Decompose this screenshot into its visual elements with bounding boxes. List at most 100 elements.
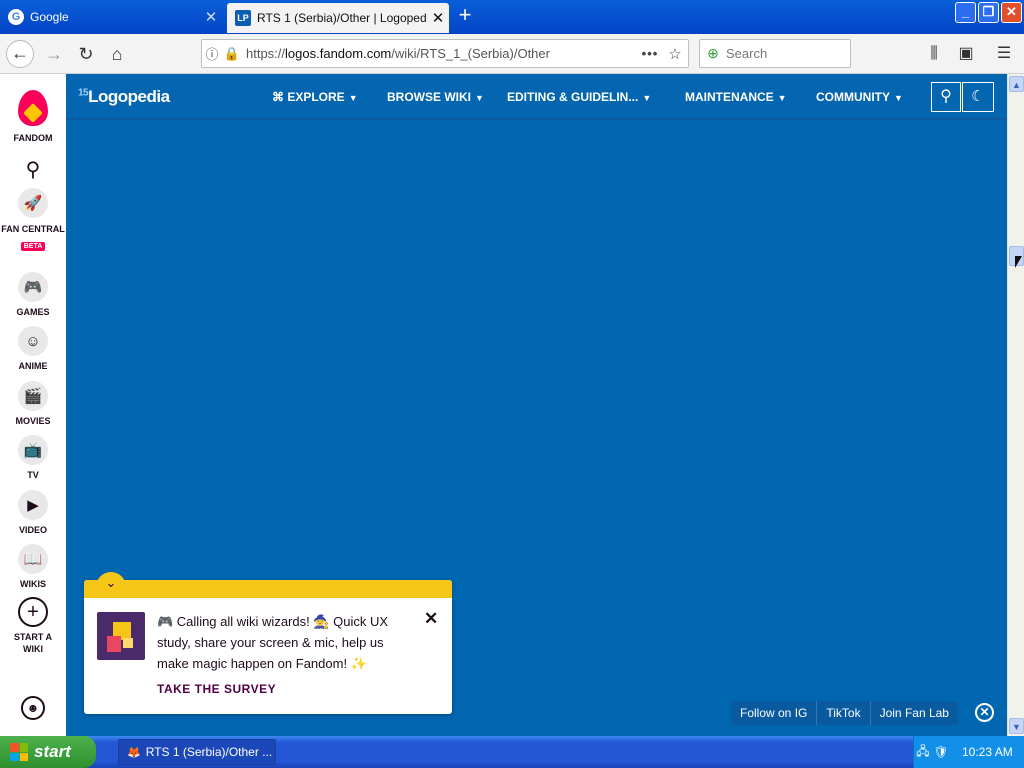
nav-label: EDITING & GUIDELIN...	[507, 90, 639, 104]
tab-title: RTS 1 (Serbia)/Other | Logopedia	[257, 11, 427, 25]
wiki-logo-text: Logopedia	[88, 87, 170, 106]
library-icon[interactable]: ⫼	[920, 40, 948, 68]
scroll-down-arrow-icon[interactable]: ▼	[1009, 718, 1024, 734]
nav-browse-wiki[interactable]: BROWSE WIKI ▼	[387, 90, 484, 104]
url-path: /wiki/RTS_1_(Serbia)/Other	[391, 46, 550, 61]
rail-item-video[interactable]: ▶ VIDEO	[0, 490, 66, 536]
chevron-down-icon: ▼	[348, 93, 358, 103]
network-icon[interactable]: 🖧	[914, 742, 932, 763]
clock[interactable]: 10:23 AM	[962, 745, 1013, 759]
rail-label: WIKIS	[20, 579, 46, 589]
rail-item-tv[interactable]: 📺 TV	[0, 435, 66, 481]
start-button[interactable]: start	[0, 736, 96, 768]
taskbar-window-label: RTS 1 (Serbia)/Other ...	[145, 745, 273, 759]
rail-label: FAN CENTRAL	[1, 224, 65, 234]
sidebar-icon[interactable]: ▣	[952, 40, 980, 68]
nav-label: BROWSE WIKI	[387, 90, 471, 104]
wiki-search-button[interactable]: ⚲	[931, 82, 961, 112]
browser-nav-bar: ← → ↻ ⌂ ⓘ 🔒 https://logos.fandom.com/wik…	[0, 34, 1024, 74]
take-survey-link[interactable]: TAKE THE SURVEY	[157, 682, 276, 696]
search-icon: ⚲	[25, 158, 41, 181]
nav-community[interactable]: COMMUNITY ▼	[816, 90, 903, 104]
close-social-bar-button[interactable]: ✕	[975, 703, 994, 722]
search-input[interactable]: ⊕ Search	[699, 39, 851, 68]
page-scrollbar[interactable]: ▲ ▼	[1007, 74, 1024, 736]
chevron-down-icon: ⌄	[105, 575, 117, 590]
firefox-icon: 🦊	[127, 746, 141, 759]
anime-face-icon: ☺	[18, 326, 48, 356]
close-tab-icon[interactable]: ✕	[427, 9, 449, 27]
beta-badge: BETA	[20, 242, 46, 251]
rail-label: TV	[27, 470, 39, 480]
close-icon[interactable]: ✕	[424, 609, 438, 629]
scroll-up-arrow-icon[interactable]: ▲	[1009, 76, 1024, 92]
close-icon: ✕	[979, 705, 990, 719]
moon-icon: ☾	[971, 88, 985, 105]
tab-google[interactable]: G Google ✕	[0, 2, 222, 32]
tiktok-link[interactable]: TikTok	[817, 701, 871, 725]
info-icon[interactable]: ⓘ	[202, 44, 222, 63]
survey-popup: ⌄ 🎮 Calling all wiki wizards! 🧙 Quick UX…	[84, 572, 452, 714]
rail-item-fan-central[interactable]: 🚀 FAN CENTRAL BETA	[0, 188, 66, 253]
compass-icon: ⌘	[272, 90, 288, 104]
rail-label: GAMES	[16, 307, 50, 317]
new-tab-button[interactable]: +	[452, 3, 478, 29]
survey-header-bar	[84, 580, 452, 598]
nav-label: COMMUNITY	[816, 90, 890, 104]
url-prefix: https://	[246, 46, 286, 61]
lock-icon: 🔒	[223, 45, 241, 61]
google-favicon-icon: G	[8, 9, 24, 25]
rail-label: START A WIKI	[14, 632, 52, 654]
logopedia-favicon-icon: LP	[235, 10, 251, 26]
social-links-bar: Follow on IG TikTok Join Fan Lab	[731, 701, 958, 725]
play-icon: ▶	[18, 490, 48, 520]
logo-badge: 15	[78, 87, 89, 99]
search-placeholder: Search	[726, 46, 768, 61]
home-button[interactable]: ⌂	[103, 40, 131, 68]
rocket-icon: 🚀	[18, 188, 48, 218]
back-button[interactable]: ←	[6, 40, 34, 68]
collapse-popup-button[interactable]: ⌄	[96, 572, 126, 594]
rail-item-anime[interactable]: ☺ ANIME	[0, 326, 66, 372]
forward-button[interactable]: →	[40, 40, 68, 68]
close-window-button[interactable]: ✕	[1001, 2, 1022, 23]
rail-user-account[interactable]: ☻	[0, 696, 66, 720]
url-bar[interactable]: ⓘ 🔒 https://logos.fandom.com/wiki/RTS_1_…	[201, 39, 689, 68]
rail-item-wikis[interactable]: 📖 WIKIS	[0, 544, 66, 590]
security-shield-icon[interactable]: 🛡	[932, 745, 950, 759]
tab-logopedia[interactable]: LP RTS 1 (Serbia)/Other | Logopedia ✕	[227, 3, 449, 33]
page-actions-icon[interactable]: •••	[638, 46, 662, 61]
rail-item-movies[interactable]: 🎬 MOVIES	[0, 381, 66, 427]
minimize-window-button[interactable]: _	[955, 2, 976, 23]
system-tray: 🖧 🛡 10:23 AM	[913, 736, 1024, 768]
reload-button[interactable]: ↻	[72, 40, 100, 68]
taskbar-window-firefox[interactable]: 🦊 RTS 1 (Serbia)/Other ...	[118, 739, 276, 765]
windows-logo-icon	[10, 743, 28, 761]
fandom-brand-label: FANDOM	[13, 133, 53, 143]
bookmark-star-icon[interactable]: ☆	[662, 45, 688, 63]
chevron-down-icon: ▼	[777, 93, 787, 103]
fandom-logo[interactable]: FANDOM	[0, 82, 66, 144]
tab-title: Google	[30, 10, 69, 24]
rail-search[interactable]: ⚲	[0, 154, 66, 184]
dark-mode-toggle[interactable]: ☾	[962, 82, 994, 112]
nav-explore[interactable]: ⌘ EXPLORE ▼	[272, 90, 358, 104]
join-fan-lab-link[interactable]: Join Fan Lab	[871, 701, 958, 725]
search-icon: ⚲	[940, 88, 952, 105]
book-icon: 📖	[18, 544, 48, 574]
wiki-logo[interactable]: 15Logopedia	[78, 87, 170, 107]
tv-icon: 📺	[18, 435, 48, 465]
nav-maintenance[interactable]: MAINTENANCE ▼	[685, 90, 787, 104]
wiki-header: 15Logopedia ⌘ EXPLORE ▼ BROWSE WIKI ▼ EDIT…	[66, 74, 1007, 120]
hamburger-menu-icon[interactable]: ☰	[990, 40, 1018, 68]
maximize-window-button[interactable]: ❐	[978, 2, 999, 23]
rail-item-games[interactable]: 🎮 GAMES	[0, 272, 66, 318]
url-text[interactable]: https://logos.fandom.com/wiki/RTS_1_(Ser…	[242, 46, 638, 61]
rail-item-start-a-wiki[interactable]: + START A WIKI	[0, 597, 66, 655]
search-engine-icon: ⊕	[707, 45, 719, 61]
follow-ig-link[interactable]: Follow on IG	[731, 701, 818, 725]
close-tab-icon[interactable]: ✕	[200, 8, 222, 26]
windows-taskbar: start 🦊 RTS 1 (Serbia)/Other ... 🖧 🛡 10:…	[0, 736, 1024, 768]
nav-editing-guidelines[interactable]: EDITING & GUIDELIN... ▼	[507, 90, 651, 104]
browser-tab-bar: G Google ✕ LP RTS 1 (Serbia)/Other | Log…	[0, 0, 1024, 34]
